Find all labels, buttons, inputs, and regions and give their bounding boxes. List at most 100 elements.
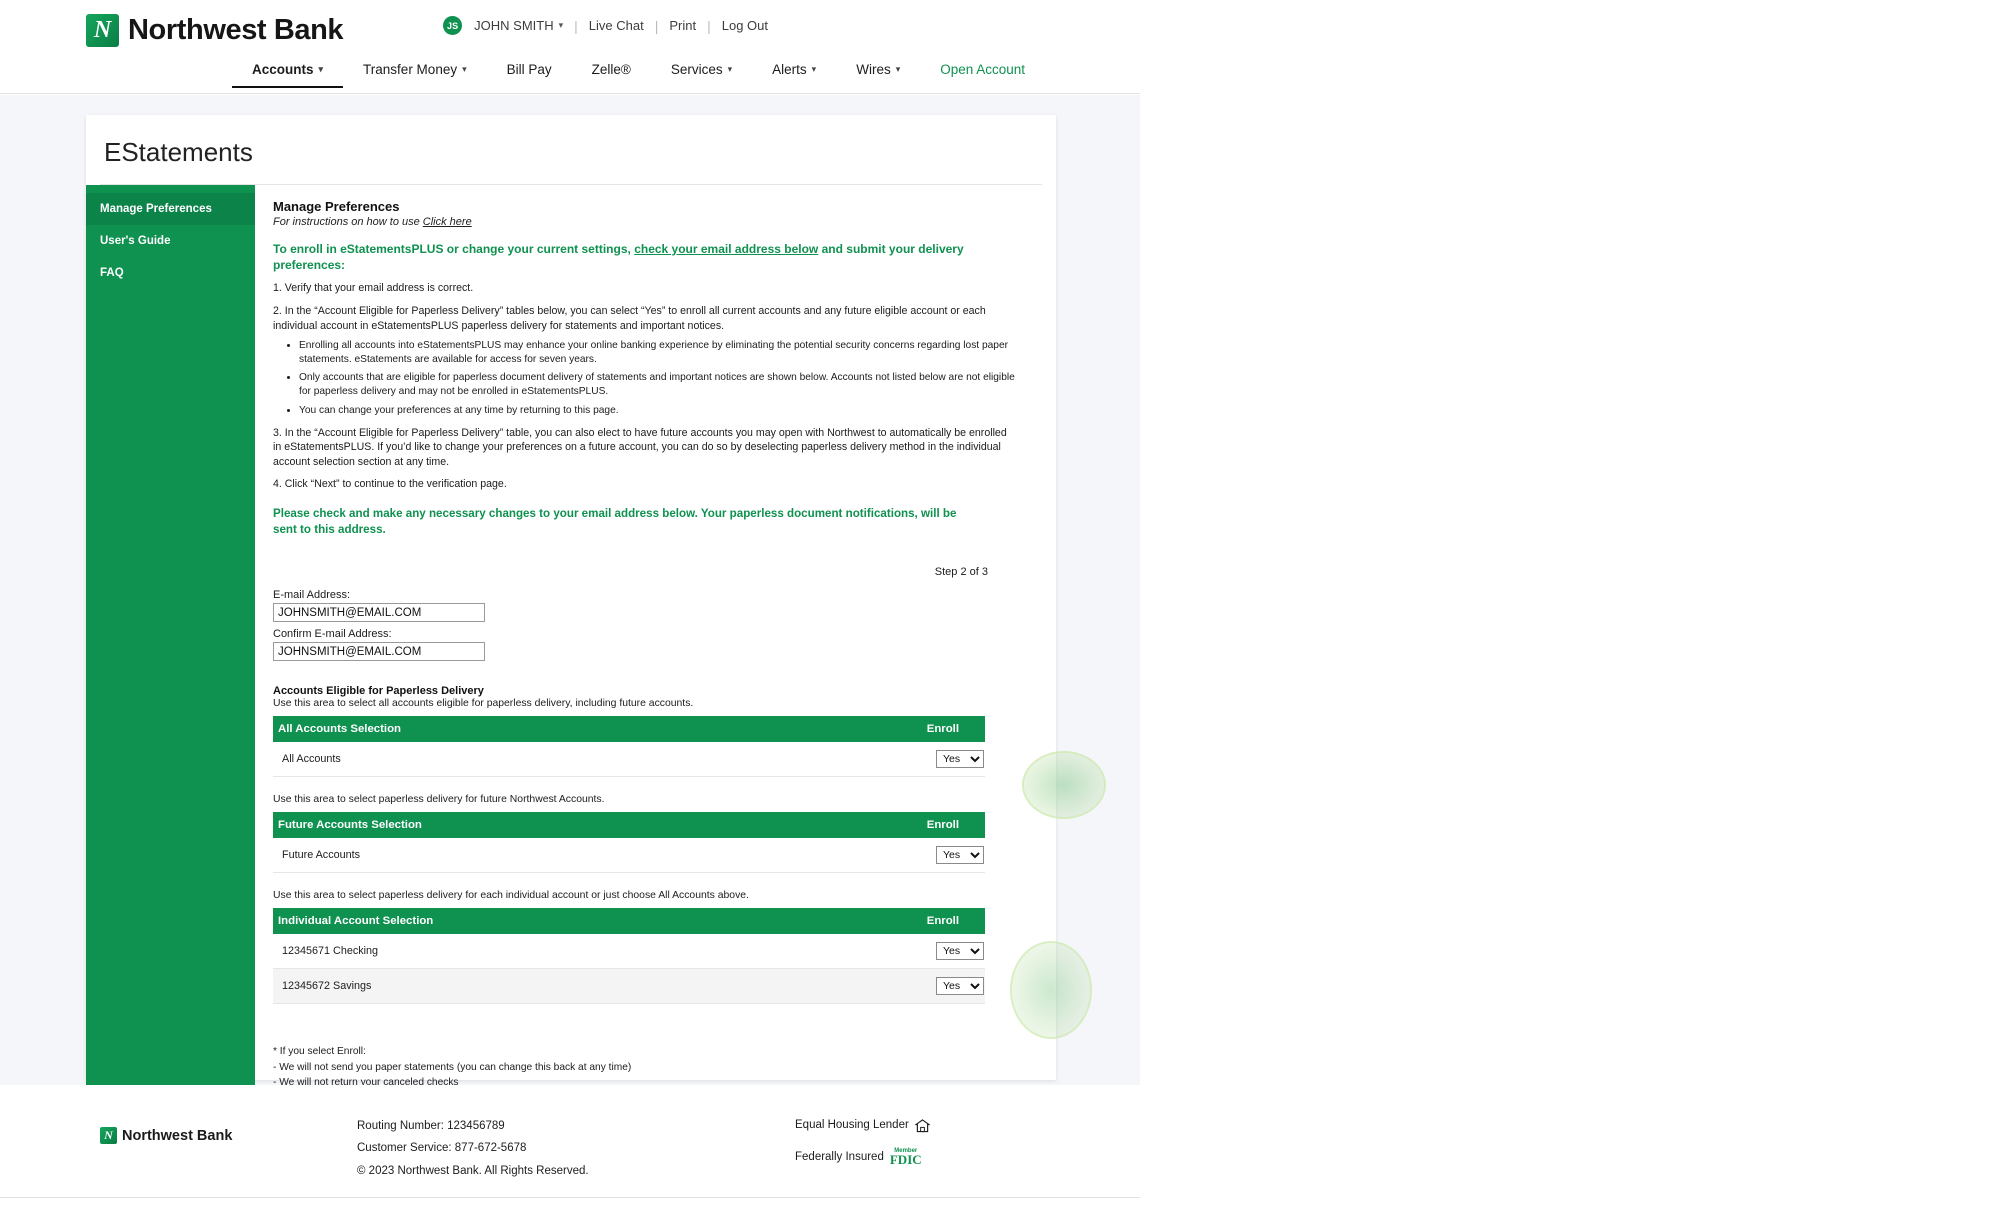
row-enroll-cell: Yes No (773, 838, 985, 873)
live-chat-link[interactable]: Live Chat (589, 18, 644, 33)
fineprint-line: * If you select Enroll: (273, 1044, 1026, 1060)
brand-name: Northwest Bank (128, 14, 343, 47)
nav-label: Open Account (940, 62, 1025, 77)
fdic-label: FDIC (890, 1152, 922, 1167)
enroll-column-header: Enroll (783, 908, 985, 934)
estatements-card: EStatements Manage Preferences User's Gu… (86, 115, 1056, 1080)
nav-wires[interactable]: Wires ▾ (836, 62, 920, 86)
email-change-note: Please check and make any necessary chan… (273, 506, 973, 538)
row-enroll-cell: Yes No (783, 934, 985, 969)
sidebar-item-users-guide[interactable]: User's Guide (86, 225, 255, 257)
site-root: N Northwest Bank JS JOHN SMITH ▾ | Live … (0, 0, 1140, 1220)
page-title: EStatements (86, 115, 1056, 184)
table-row: 12345671 Checking Yes No (273, 934, 985, 969)
screenshot-viewport: N Northwest Bank JS JOHN SMITH ▾ | Live … (0, 0, 2000, 1220)
future-accounts-enroll-select[interactable]: Yes No (936, 846, 984, 864)
future-accounts-header: Future Accounts Selection (273, 812, 773, 838)
table-header-row: Future Accounts Selection Enroll (273, 812, 985, 838)
instructions-prefix: For instructions on how to use (273, 216, 423, 228)
step-2: 2. In the “Account Eligible for Paperles… (273, 304, 1013, 333)
future-accounts-table: Future Accounts Selection Enroll Future … (273, 812, 985, 873)
nav-bill-pay[interactable]: Bill Pay (487, 62, 572, 86)
section-title: Manage Preferences (273, 199, 1026, 214)
fineprint-line: - We will not send you paper statements … (273, 1060, 1026, 1076)
site-footer: N Northwest Bank Routing Number: 1234567… (0, 1085, 1140, 1220)
list-item: Only accounts that are eligible for pape… (299, 371, 1019, 399)
user-menu[interactable]: JS JOHN SMITH ▾ (443, 16, 563, 35)
row-label: Future Accounts (273, 838, 773, 873)
email-field[interactable] (273, 603, 485, 622)
enroll-column-header: Enroll (773, 812, 985, 838)
divider: | (574, 18, 578, 34)
main-content: Manage Preferences For instructions on h… (255, 185, 1056, 1184)
row-label: All Accounts (273, 742, 749, 777)
row-enroll-cell: Yes No (783, 969, 985, 1004)
copyright: © 2023 Northwest Bank. All Rights Reserv… (357, 1160, 589, 1182)
individual-account-header: Individual Account Selection (273, 908, 783, 934)
nav-label: Accounts (252, 62, 314, 77)
savings-enroll-select[interactable]: Yes No (936, 977, 984, 995)
tables-hint: Use this area to select all accounts eli… (273, 698, 1026, 709)
step-1: 1. Verify that your email address is cor… (273, 281, 1013, 296)
instructions-line: For instructions on how to use Click her… (273, 216, 1026, 228)
nav-zelle[interactable]: Zelle® (572, 62, 651, 86)
enroll-column-header: Enroll (749, 716, 985, 742)
chevron-down-icon: ▾ (896, 64, 901, 75)
table-row: Future Accounts Yes No (273, 838, 985, 873)
routing-number: Routing Number: 123456789 (357, 1115, 589, 1137)
federally-insured-label: Federally Insured (795, 1147, 884, 1169)
lead-part1: To enroll in eStatementsPLUS or change y… (273, 242, 634, 256)
all-accounts-enroll-select[interactable]: Yes No (936, 750, 984, 768)
chevron-down-icon: ▾ (559, 20, 564, 31)
email-check-link[interactable]: check your email address below (634, 242, 818, 256)
equal-housing-label: Equal Housing Lender (795, 1115, 909, 1137)
click-here-link[interactable]: Click here (423, 216, 472, 228)
step-4: 4. Click “Next” to continue to the verif… (273, 477, 1013, 492)
customer-service: Customer Service: 877-672-5678 (357, 1137, 589, 1159)
chevron-down-icon: ▾ (462, 64, 467, 75)
avatar: JS (443, 16, 462, 35)
federally-insured: Federally Insured Member FDIC (795, 1147, 930, 1169)
chevron-down-icon: ▾ (812, 64, 817, 75)
top-header: N Northwest Bank JS JOHN SMITH ▾ | Live … (0, 0, 1140, 62)
print-link[interactable]: Print (669, 18, 696, 33)
sidebar-item-manage-preferences[interactable]: Manage Preferences (86, 193, 255, 225)
all-accounts-header: All Accounts Selection (273, 716, 749, 742)
logo-letter: N (86, 14, 119, 47)
step-indicator: Step 2 of 3 (273, 566, 1026, 578)
table-header-row: Individual Account Selection Enroll (273, 908, 985, 934)
sidebar: Manage Preferences User's Guide FAQ (86, 185, 255, 1184)
individual-accounts-table: Individual Account Selection Enroll 1234… (273, 908, 985, 1004)
nav-label: Transfer Money (363, 62, 457, 77)
row-label: 12345671 Checking (273, 934, 783, 969)
row-enroll-cell: Yes No (749, 742, 985, 777)
nav-accounts[interactable]: Accounts ▾ (232, 62, 343, 88)
confirm-email-field[interactable] (273, 642, 485, 661)
all-accounts-table: All Accounts Selection Enroll All Accoun… (273, 716, 985, 777)
checking-enroll-select[interactable]: Yes No (936, 942, 984, 960)
fdic-icon: Member FDIC (890, 1149, 922, 1167)
nav-label: Services (671, 62, 723, 77)
table-row: 12345672 Savings Yes No (273, 969, 985, 1004)
nav-open-account[interactable]: Open Account (920, 62, 1045, 86)
brand-logo[interactable]: N Northwest Bank (86, 14, 343, 47)
future-hint: Use this area to select paperless delive… (273, 794, 1026, 805)
nav-label: Bill Pay (507, 62, 552, 77)
row-label: 12345672 Savings (273, 969, 783, 1004)
equal-housing-icon (915, 1119, 930, 1133)
nav-alerts[interactable]: Alerts ▾ (752, 62, 836, 86)
chevron-down-icon: ▾ (319, 64, 324, 75)
footer-compliance: Equal Housing Lender Federally Insured M… (795, 1115, 930, 1179)
sidebar-item-faq[interactable]: FAQ (86, 257, 255, 289)
nav-transfer-money[interactable]: Transfer Money ▾ (343, 62, 487, 86)
individual-hint: Use this area to select paperless delive… (273, 890, 1026, 901)
bullet-list: Enrolling all accounts into eStatementsP… (273, 339, 1026, 417)
log-out-link[interactable]: Log Out (722, 18, 768, 33)
confirm-email-label: Confirm E-mail Address: (273, 628, 1026, 640)
step-3: 3. In the “Account Eligible for Paperles… (273, 426, 1013, 470)
nav-services[interactable]: Services ▾ (651, 62, 752, 86)
main-navigation: Accounts ▾ Transfer Money ▾ Bill Pay Zel… (0, 62, 1140, 94)
user-name: JOHN SMITH (474, 18, 553, 33)
footer-divider (0, 1197, 1140, 1198)
footer-brand-name: Northwest Bank (122, 1128, 232, 1144)
